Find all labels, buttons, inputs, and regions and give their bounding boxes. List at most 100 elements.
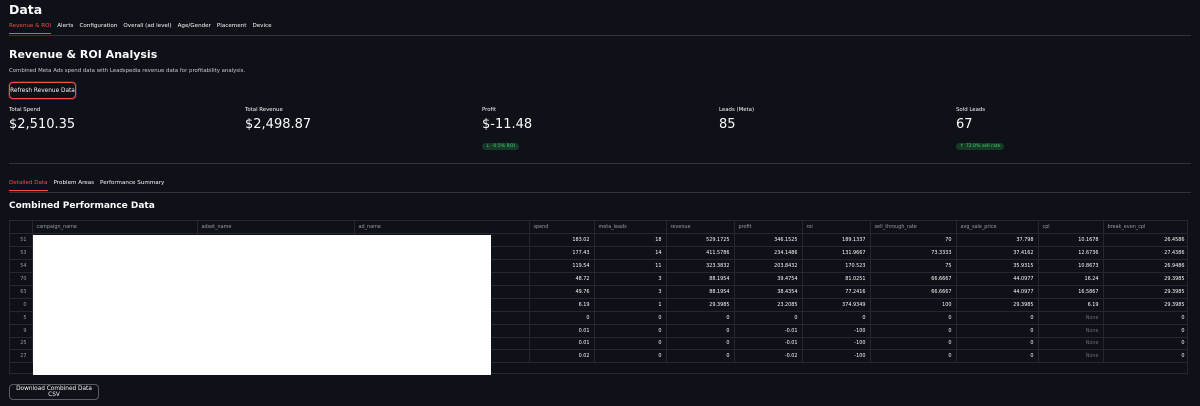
table-cell: 12.6736 [1038, 246, 1104, 261]
tab-performance-summary[interactable]: Performance Summary [100, 180, 164, 191]
table-cell: 6.19 [529, 298, 595, 312]
table-cell: 0 [1103, 324, 1187, 338]
metric-delta-badge: ↓ -0.5% ROI [482, 143, 519, 150]
metric-leads-meta: Leads (Meta) 85 [719, 107, 754, 132]
metric-value: 85 [719, 117, 736, 132]
metric-value: 67 [956, 117, 973, 132]
table-cell: 16.24 [1038, 272, 1104, 286]
table-cell: 16.5867 [1038, 285, 1104, 299]
table-cell: 66.6667 [870, 285, 957, 299]
tabs-divider [9, 35, 1191, 36]
tab-detailed-data[interactable]: Detailed Data [9, 180, 48, 191]
column-header[interactable]: profit [734, 221, 803, 235]
section-description: Combined Meta Ads spend data with Leadsp… [9, 68, 246, 74]
metric-label: Leads (Meta) [719, 107, 755, 113]
row-index: 0 [10, 298, 33, 312]
table-cell: 234.1486 [734, 246, 803, 261]
arrow-up-icon: ↑ [960, 144, 964, 149]
table-cell: 0 [594, 337, 667, 351]
table-cell: 70 [870, 233, 957, 248]
tab-alerts[interactable]: Alerts [57, 23, 73, 34]
column-header[interactable]: ad_name [354, 221, 530, 235]
table-cell: 0 [666, 349, 735, 364]
tab-placement[interactable]: Placement [217, 23, 247, 34]
table-cell: 37.798 [956, 233, 1039, 248]
tab-configuration[interactable]: Configuration [79, 23, 117, 34]
table-cell: 29.3985 [666, 298, 735, 312]
table-cell: 26.9486 [1103, 259, 1187, 274]
table-cell: 346.1525 [734, 233, 803, 248]
table-header-row: campaign_name adset_name ad_name spend meta_… [10, 221, 1187, 235]
data-subtabs: Detailed Data Problem Areas Performance … [9, 180, 164, 191]
table-cell: 0 [594, 349, 667, 364]
table-cell: 374.9349 [802, 298, 871, 312]
tab-revenue-roi[interactable]: Revenue & ROI [9, 23, 52, 34]
table-cell: 0 [1103, 349, 1187, 364]
table-cell: 23.2085 [734, 298, 803, 312]
download-csv-button[interactable]: Download Combined Data CSV [9, 384, 99, 400]
tab-problem-areas[interactable]: Problem Areas [54, 180, 94, 191]
tab-overall-ad-level[interactable]: Overall (ad level) [123, 23, 171, 34]
table-cell: -100 [802, 324, 871, 338]
tab-age-gender[interactable]: Age/Gender [178, 23, 211, 34]
column-header[interactable]: spend [529, 221, 595, 235]
table-cell: 131.9667 [802, 246, 871, 261]
column-header[interactable] [10, 221, 33, 235]
column-header[interactable]: meta_leads [594, 221, 667, 235]
metric-sold-leads: Sold Leads 67 ↑ 72.0% sell rate [956, 107, 1005, 151]
table-cell: None [1038, 311, 1104, 325]
table-cell: 29.3985 [1103, 272, 1187, 286]
metric-total-revenue: Total Revenue $2,498.87 [245, 107, 311, 132]
table-cell: 18 [594, 233, 667, 248]
table-cell: 177.43 [529, 246, 595, 261]
main-tabs: Revenue & ROI Alerts Configuration Overa… [9, 23, 272, 34]
table-cell: 0 [666, 311, 735, 325]
table-cell: 37.4162 [956, 246, 1039, 261]
table-cell: 0.02 [529, 349, 595, 364]
table-cell: 411.5786 [666, 246, 735, 261]
table-cell: 77.2416 [802, 285, 871, 299]
table-cell: None [1038, 337, 1104, 351]
row-index: 9 [10, 324, 33, 338]
metric-value: $-11.48 [482, 117, 533, 132]
row-index: 63 [10, 285, 33, 299]
metric-label: Sold Leads [956, 107, 986, 113]
column-header[interactable]: sell_through_rate [870, 221, 957, 235]
table-cell: 73.3333 [870, 246, 957, 261]
column-header[interactable]: adset_name [197, 221, 355, 235]
table-cell: 29.3985 [956, 298, 1039, 312]
section-title: Revenue & ROI Analysis [9, 48, 158, 61]
table-cell: 1 [594, 298, 667, 312]
metric-delta-text: 72.0% sell rate [965, 144, 1001, 149]
section-divider [9, 163, 1191, 164]
table-cell: 0 [870, 311, 957, 325]
table-cell: -0.01 [734, 337, 803, 351]
metric-delta-text: -0.5% ROI [491, 144, 515, 149]
table-cell: 0 [870, 324, 957, 338]
table-cell: 6.19 [1038, 298, 1104, 312]
tab-device[interactable]: Device [252, 23, 271, 34]
subtabs-divider [9, 192, 1191, 193]
column-header[interactable]: avg_sale_price [956, 221, 1039, 235]
column-header[interactable]: campaign_name [32, 221, 198, 235]
table-cell: 0 [594, 324, 667, 338]
table-cell: None [1038, 349, 1104, 364]
table-cell: 39.4754 [734, 272, 803, 286]
column-header[interactable]: break_even_cpl [1103, 221, 1187, 235]
table-cell: -100 [802, 337, 871, 351]
table-cell: 44.0977 [956, 272, 1039, 286]
table-cell: 100 [870, 298, 957, 312]
arrow-down-icon: ↓ [486, 144, 490, 149]
metric-label: Profit [482, 107, 497, 113]
table-cell: 3 [594, 272, 667, 286]
row-index: 70 [10, 272, 33, 286]
row-index: 54 [10, 259, 33, 274]
table-cell: 203.8432 [734, 259, 803, 274]
refresh-revenue-button[interactable]: Refresh Revenue Data [9, 82, 76, 99]
column-header[interactable]: revenue [666, 221, 735, 235]
column-header[interactable]: cpl [1038, 221, 1104, 235]
table-cell: 183.02 [529, 233, 595, 248]
table-cell: 323.3832 [666, 259, 735, 274]
metric-value: $2,498.87 [245, 117, 312, 132]
column-header[interactable]: roi [802, 221, 871, 235]
